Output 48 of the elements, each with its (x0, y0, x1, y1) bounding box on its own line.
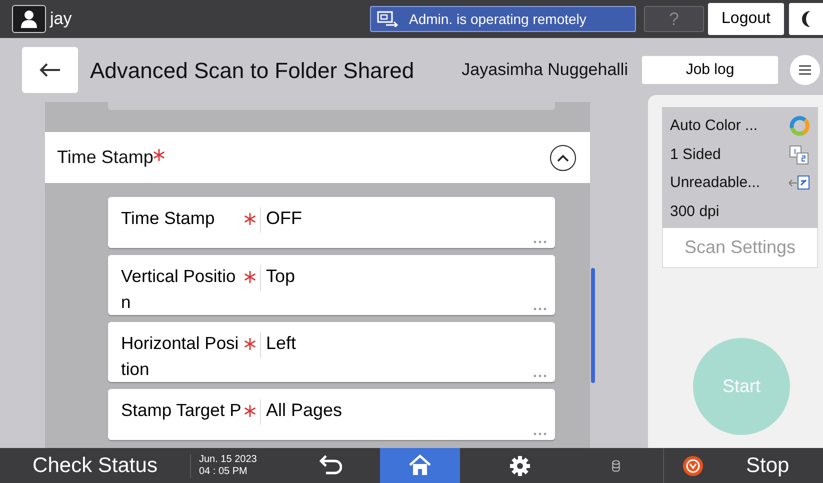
setting-row[interactable]: Time Stamp OFF (108, 197, 555, 248)
setting-label: Horizontal Position (121, 332, 240, 381)
setting-value: All Pages (266, 399, 342, 422)
setting-label: Vertical Position (121, 265, 237, 314)
color-swirl-icon (789, 116, 810, 136)
section-title: Time Stamp (57, 146, 154, 169)
back-button[interactable] (22, 47, 78, 93)
remote-operation-banner[interactable]: Admin. is operating remotely (370, 6, 636, 32)
more-icon (533, 374, 547, 378)
setting-row[interactable]: Vertical Position Top (108, 255, 555, 315)
setting-value: Top (266, 265, 296, 288)
stop-icon (682, 454, 704, 476)
setting-label: Time Stamp (121, 207, 216, 230)
two-pages-icon (789, 144, 810, 165)
more-icon (533, 240, 547, 244)
remote-screen-icon (377, 11, 399, 27)
setting-value: Left (266, 332, 296, 355)
collapse-button[interactable] (550, 144, 576, 170)
more-icon (533, 432, 547, 436)
logout-button[interactable]: Logout (708, 3, 784, 35)
person-icon (20, 10, 38, 28)
storage-icon (612, 460, 620, 472)
menu-icon (799, 65, 811, 75)
menu-button[interactable] (790, 55, 820, 85)
night-mode-button[interactable] (789, 3, 823, 35)
setting-row[interactable]: Horizontal Position Left (108, 322, 555, 382)
check-status-button[interactable]: Check Status (0, 450, 190, 482)
gear-icon (508, 454, 532, 478)
logged-in-user-name: Jayasimha Nuggehalli (462, 59, 628, 82)
stop-button[interactable]: Stop (663, 448, 823, 483)
section-header[interactable]: Time Stamp (45, 132, 590, 183)
chevron-up-icon (557, 154, 569, 162)
summary-text: Unreadable... (670, 173, 760, 193)
time-text: 04 : 05 PM (199, 466, 248, 478)
setting-label: Stamp Target P (121, 399, 242, 422)
setting-value: OFF (266, 207, 302, 230)
screen-title: Advanced Scan to Folder Shared (90, 56, 414, 84)
summary-text: 1 Sided (670, 144, 721, 164)
home-button[interactable] (380, 448, 460, 483)
back-arrow-icon (39, 62, 61, 78)
user-name: jay (50, 8, 72, 30)
more-icon (533, 307, 547, 311)
setting-row[interactable]: Stamp Target P All Pages (108, 389, 555, 440)
date-text: Jun. 15 2023 (199, 454, 258, 466)
job-log-button[interactable]: Job log (642, 56, 778, 84)
summary-text: Auto Color ... (670, 116, 758, 136)
summary-text: 300 dpi (670, 202, 720, 222)
home-icon (408, 454, 432, 478)
